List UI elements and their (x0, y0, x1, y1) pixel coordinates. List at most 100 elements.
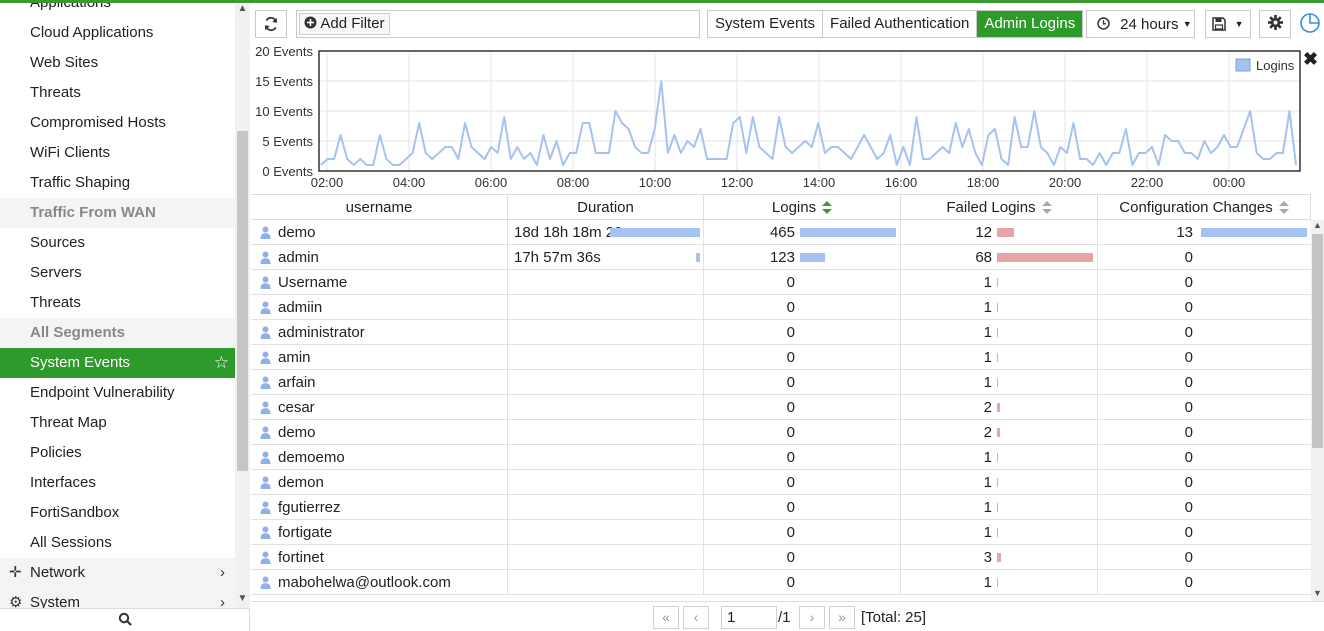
time-range-dropdown[interactable]: 24 hours ▼ (1086, 10, 1195, 38)
tab-system-events[interactable]: System Events (708, 11, 824, 37)
table-row[interactable]: Username 0 1 0 (251, 270, 1311, 295)
sidebar-section-traffic-from-wan[interactable]: Traffic From WAN (0, 198, 235, 228)
scroll-down-icon[interactable]: ▼ (1311, 588, 1324, 598)
cell-logins: 0 (704, 295, 901, 320)
tab-admin-logins[interactable]: Admin Logins (977, 11, 1083, 37)
sidebar-item-compromised-hosts[interactable]: Compromised Hosts (0, 108, 235, 138)
filter-box[interactable]: Add Filter (296, 10, 700, 38)
table-row[interactable]: demo 0 2 0 (251, 420, 1311, 445)
config-changes-value: 0 (1184, 249, 1193, 266)
username-text: mabohelwa@outlook.com (278, 574, 451, 591)
table-row[interactable]: demoemo 0 1 0 (251, 445, 1311, 470)
sidebar-item-endpoint-vulnerability[interactable]: Endpoint Vulnerability (0, 378, 235, 408)
sidebar-item-policies[interactable]: Policies (0, 438, 235, 468)
cell-failed-logins: 2 (901, 395, 1098, 420)
table-row[interactable]: arfain 0 1 0 (251, 370, 1311, 395)
sidebar-section-all-segments[interactable]: All Segments (0, 318, 235, 348)
col-configuration-changes[interactable]: Configuration Changes (1098, 195, 1311, 221)
sidebar-scrollbar[interactable]: ▲ ▼ (235, 3, 250, 608)
cell-logins: 0 (704, 270, 901, 295)
failed-logins-value: 1 (983, 449, 992, 466)
col-username[interactable]: username (251, 195, 508, 221)
table-row[interactable]: admin 17h 57m 36s 123 68 0 (251, 245, 1311, 270)
next-page-button[interactable]: › (799, 606, 825, 629)
prev-page-button[interactable]: ‹ (683, 606, 709, 629)
save-dropdown-button[interactable]: ▼ (1205, 10, 1251, 38)
sidebar-nav: Applications Cloud Applications Web Sites T… (0, 3, 235, 608)
table-row[interactable]: fgutierrez 0 1 0 (251, 495, 1311, 520)
table-row[interactable]: demon 0 1 0 (251, 470, 1311, 495)
table-row[interactable]: admiin 0 1 0 (251, 295, 1311, 320)
sidebar-item-label: Interfaces (30, 474, 96, 491)
star-icon[interactable]: ☆ (214, 348, 229, 378)
sidebar-item-fortisandbox[interactable]: FortiSandbox (0, 498, 235, 528)
config-changes-value: 0 (1184, 299, 1193, 316)
sidebar-item-network[interactable]: ✛ Network › (0, 558, 235, 588)
sidebar-item-traffic-shaping[interactable]: Traffic Shaping (0, 168, 235, 198)
sidebar-item-system-events[interactable]: System Events ☆ (0, 348, 235, 378)
failed-logins-value: 1 (983, 374, 992, 391)
cell-logins: 0 (704, 520, 901, 545)
col-logins[interactable]: Logins (704, 195, 901, 221)
sidebar-scroll-thumb[interactable] (237, 131, 248, 471)
table-row[interactable]: fortinet 0 3 0 (251, 545, 1311, 570)
sort-icon[interactable] (1278, 201, 1289, 215)
col-duration[interactable]: Duration (508, 195, 704, 221)
sidebar-search[interactable] (0, 608, 249, 631)
duration-bar (610, 228, 700, 237)
table-row[interactable]: cesar 0 2 0 (251, 395, 1311, 420)
table-scrollbar[interactable]: ▲ ▼ (1311, 220, 1324, 601)
sidebar-item-system[interactable]: ⚙ System › (0, 588, 235, 608)
first-page-button[interactable]: « (653, 606, 679, 629)
sidebar-item-cloud-applications[interactable]: Cloud Applications (0, 18, 235, 48)
sidebar-item-threat-map[interactable]: Threat Map (0, 408, 235, 438)
add-filter-label: Add Filter (320, 15, 385, 32)
config-changes-value: 0 (1184, 474, 1193, 491)
refresh-button[interactable] (255, 10, 287, 38)
scroll-up-icon[interactable]: ▲ (235, 3, 250, 14)
table-row[interactable]: administrator 0 1 0 (251, 320, 1311, 345)
table-scroll-thumb[interactable] (1312, 234, 1323, 448)
add-filter-button[interactable]: Add Filter (299, 13, 390, 35)
cell-username: fgutierrez (251, 495, 508, 520)
logins-value: 0 (786, 299, 795, 316)
scroll-up-icon[interactable]: ▲ (1311, 220, 1324, 230)
sidebar-item-interfaces[interactable]: Interfaces (0, 468, 235, 498)
sidebar-item-threats[interactable]: Threats (0, 288, 235, 318)
sort-icon[interactable] (1041, 201, 1052, 215)
failed-logins-bar (997, 528, 998, 537)
cell-username: administrator (251, 320, 508, 345)
table-row[interactable]: fortigate 0 1 0 (251, 520, 1311, 545)
sidebar-item-web-sites[interactable]: Web Sites (0, 48, 235, 78)
sidebar-item-label: Servers (30, 264, 82, 281)
tab-failed-authentication[interactable]: Failed Authentication (823, 11, 978, 37)
scroll-down-icon[interactable]: ▼ (235, 593, 250, 604)
settings-button[interactable] (1259, 10, 1291, 38)
caret-down-icon: ▼ (1182, 19, 1192, 29)
close-chart-icon[interactable]: ✖ (1303, 49, 1318, 70)
sidebar-item-sources[interactable]: Sources (0, 228, 235, 258)
sidebar-item-wifi-clients[interactable]: WiFi Clients (0, 138, 235, 168)
username-text: cesar (278, 399, 315, 416)
failed-logins-bar (997, 503, 998, 512)
cell-username: demo (251, 420, 508, 445)
sidebar-item-servers[interactable]: Servers (0, 258, 235, 288)
cell-duration (508, 545, 704, 570)
sidebar-item-threats[interactable]: Threats (0, 78, 235, 108)
col-failed-logins[interactable]: Failed Logins (901, 195, 1098, 221)
pie-chart-icon[interactable] (1299, 12, 1321, 34)
search-icon[interactable] (118, 612, 132, 626)
table-row[interactable]: demo 18d 18h 18m 20s 465 12 13 (251, 220, 1311, 245)
sidebar-item-label: All Segments (30, 324, 126, 341)
cell-username: admiin (251, 295, 508, 320)
table-row[interactable]: mabohelwa@outlook.com 0 1 0 (251, 570, 1311, 595)
table-row[interactable]: amin 0 1 0 (251, 345, 1311, 370)
failed-logins-value: 12 (975, 224, 992, 241)
logins-value: 0 (786, 449, 795, 466)
page-number-input[interactable]: 1 (721, 606, 777, 629)
sidebar-item-applications[interactable]: Applications (0, 3, 235, 18)
last-page-button[interactable]: » (829, 606, 855, 629)
config-changes-value: 13 (1176, 224, 1193, 241)
sidebar-item-all-sessions[interactable]: All Sessions (0, 528, 235, 558)
sort-icon[interactable] (822, 201, 833, 215)
